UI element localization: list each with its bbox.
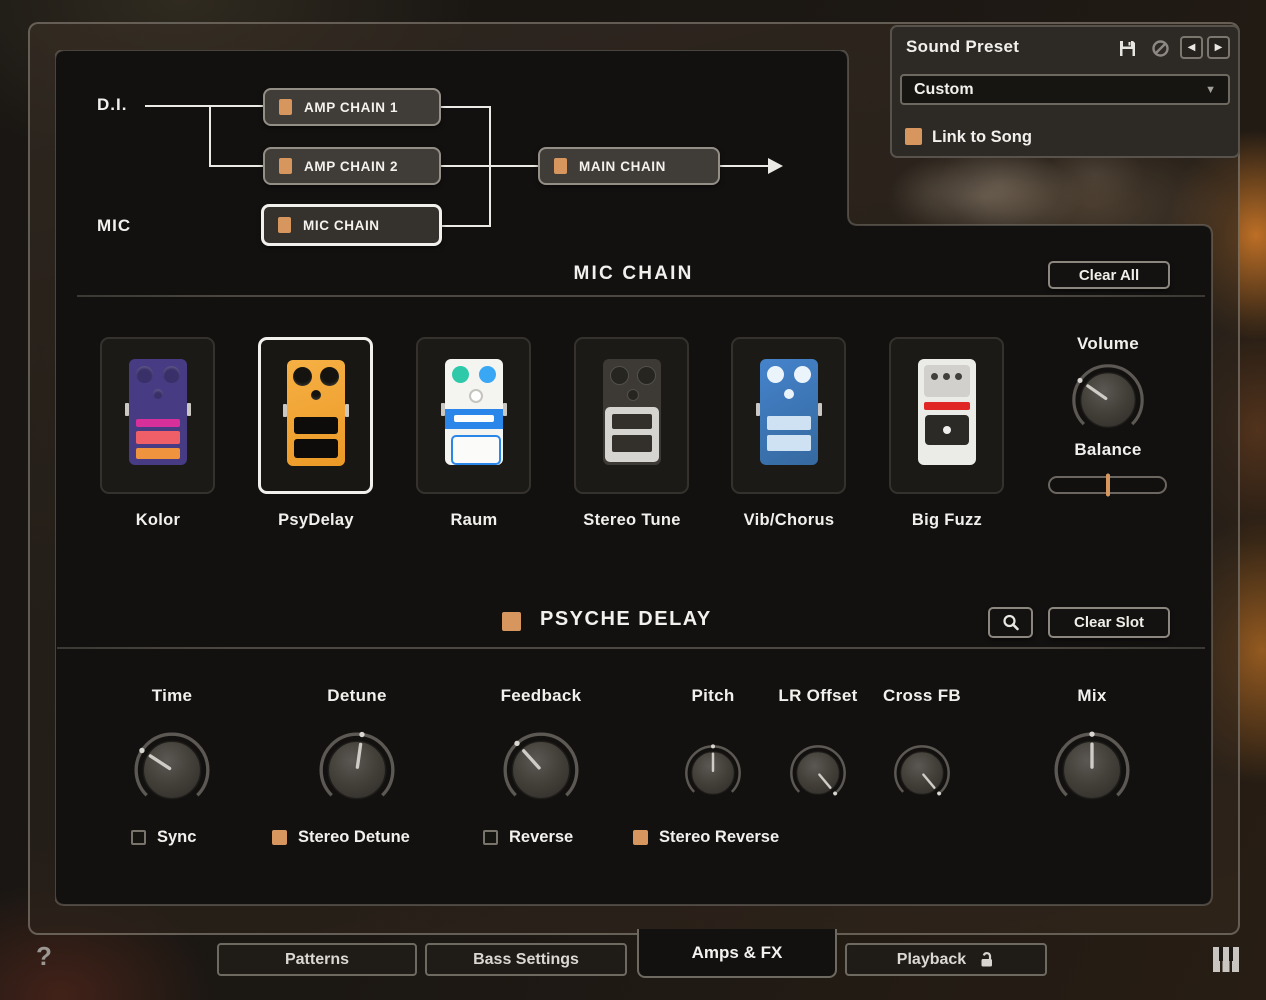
psydelay-pedal-graphic bbox=[287, 360, 345, 466]
pedal-slot-stereo-tune[interactable] bbox=[574, 337, 689, 494]
stereo-tune-pedal-graphic bbox=[603, 359, 661, 465]
raum-pedal-graphic bbox=[445, 359, 503, 465]
pedal-name: Kolor bbox=[78, 511, 238, 530]
clear-all-label: Clear All bbox=[1079, 267, 1139, 284]
checkbox-box bbox=[131, 830, 146, 845]
link-to-song-checkbox[interactable] bbox=[905, 128, 922, 145]
bypass-icon[interactable] bbox=[1151, 39, 1170, 58]
pedal-name: Stereo Tune bbox=[552, 511, 712, 530]
tab-label: Patterns bbox=[285, 951, 349, 969]
tab-patterns[interactable]: Patterns bbox=[217, 943, 417, 976]
chain-label: MAIN CHAIN bbox=[579, 159, 666, 174]
balance-slider[interactable] bbox=[1048, 476, 1167, 494]
checkbox-box bbox=[633, 830, 648, 845]
stereo-reverse-checkbox[interactable]: Stereo Reverse bbox=[633, 828, 779, 847]
vib-chorus-pedal-graphic bbox=[760, 359, 818, 465]
effect-title: PSYCHE DELAY bbox=[540, 608, 712, 631]
pedal-slot-kolor[interactable] bbox=[100, 337, 215, 494]
clear-all-button[interactable]: Clear All bbox=[1048, 261, 1170, 289]
tab-bass-settings[interactable]: Bass Settings bbox=[425, 943, 627, 976]
link-to-song-label: Link to Song bbox=[932, 128, 1032, 147]
pedal-slot-raum[interactable] bbox=[416, 337, 531, 494]
tab-playback[interactable]: Playback bbox=[845, 943, 1047, 976]
reverse-checkbox[interactable]: Reverse bbox=[483, 828, 573, 847]
checkbox-label: Sync bbox=[157, 828, 196, 847]
tab-label: Playback bbox=[897, 951, 966, 969]
pedal-name: Raum bbox=[394, 511, 554, 530]
chain-indicator bbox=[279, 99, 292, 115]
mix-knob[interactable] bbox=[1049, 727, 1135, 813]
effect-indicator[interactable] bbox=[502, 612, 521, 631]
tab-amps-fx[interactable]: Amps & FX bbox=[637, 929, 837, 978]
volume-knob[interactable] bbox=[1067, 359, 1149, 441]
pedal-name: PsyDelay bbox=[236, 511, 396, 530]
chain-indicator bbox=[278, 217, 291, 233]
knob-label: Mix bbox=[1022, 686, 1162, 706]
preset-title: Sound Preset bbox=[906, 37, 1019, 57]
preset-dropdown[interactable]: Custom ▼ bbox=[900, 74, 1230, 105]
pedal-name: Vib/Chorus bbox=[709, 511, 869, 530]
knob-label: Feedback bbox=[471, 686, 611, 706]
amp-chain-1-button[interactable]: AMP CHAIN 1 bbox=[263, 88, 441, 126]
knob-label: Time bbox=[102, 686, 242, 706]
chain-label: MIC CHAIN bbox=[303, 218, 380, 233]
mic-chain-section-title: MIC CHAIN bbox=[55, 263, 1212, 285]
prev-arrow-icon: ◀ bbox=[1188, 43, 1196, 53]
cross-fb-knob[interactable] bbox=[890, 741, 954, 805]
unlock-icon bbox=[978, 951, 995, 968]
volume-label: Volume bbox=[1038, 334, 1178, 354]
help-button[interactable]: ? bbox=[36, 941, 52, 972]
detune-knob[interactable] bbox=[314, 727, 400, 813]
big-fuzz-pedal-graphic bbox=[918, 359, 976, 465]
checkbox-label: Reverse bbox=[509, 828, 573, 847]
preset-next-button[interactable]: ▶ bbox=[1207, 36, 1230, 59]
tab-label: Bass Settings bbox=[473, 951, 579, 969]
sound-preset-panel: Sound Preset ◀ ▶ Custom ▼ Link to Song bbox=[890, 25, 1240, 158]
pedal-slot-big-fuzz[interactable] bbox=[889, 337, 1004, 494]
pedal-slot-vib-chorus[interactable] bbox=[731, 337, 846, 494]
clear-slot-button[interactable]: Clear Slot bbox=[1048, 607, 1170, 638]
time-knob[interactable] bbox=[129, 727, 215, 813]
sync-checkbox[interactable]: Sync bbox=[131, 828, 196, 847]
pedal-slot-psydelay[interactable] bbox=[258, 337, 373, 494]
checkbox-box bbox=[272, 830, 287, 845]
checkbox-box bbox=[483, 830, 498, 845]
section-divider bbox=[57, 647, 1205, 649]
search-icon bbox=[1001, 613, 1021, 633]
preset-dropdown-value: Custom bbox=[914, 81, 974, 99]
chain-label: AMP CHAIN 1 bbox=[304, 100, 398, 115]
save-icon[interactable] bbox=[1118, 39, 1137, 58]
main-chain-button[interactable]: MAIN CHAIN bbox=[538, 147, 720, 185]
tab-label: Amps & FX bbox=[692, 943, 783, 963]
section-divider bbox=[77, 295, 1205, 297]
next-arrow-icon: ▶ bbox=[1215, 43, 1223, 53]
chain-indicator bbox=[554, 158, 567, 174]
browse-effect-button[interactable] bbox=[988, 607, 1033, 638]
signal-flow-lines bbox=[55, 50, 848, 270]
checkbox-label: Stereo Detune bbox=[298, 828, 410, 847]
mic-chain-button[interactable]: MIC CHAIN bbox=[261, 204, 442, 246]
balance-label: Balance bbox=[1038, 440, 1178, 460]
pitch-knob[interactable] bbox=[681, 741, 745, 805]
keyboard-icon[interactable] bbox=[1212, 941, 1240, 977]
pedal-name: Big Fuzz bbox=[867, 511, 1027, 530]
preset-prev-button[interactable]: ◀ bbox=[1180, 36, 1203, 59]
kolor-pedal-graphic bbox=[129, 359, 187, 465]
amp-chain-2-button[interactable]: AMP CHAIN 2 bbox=[263, 147, 441, 185]
checkbox-label: Stereo Reverse bbox=[659, 828, 779, 847]
feedback-knob[interactable] bbox=[498, 727, 584, 813]
clear-slot-label: Clear Slot bbox=[1074, 614, 1144, 631]
lr-offset-knob[interactable] bbox=[786, 741, 850, 805]
knob-label: Detune bbox=[287, 686, 427, 706]
chain-label: AMP CHAIN 2 bbox=[304, 159, 398, 174]
knob-label: Cross FB bbox=[852, 686, 992, 706]
chain-indicator bbox=[279, 158, 292, 174]
balance-thumb[interactable] bbox=[1106, 474, 1110, 496]
stereo-detune-checkbox[interactable]: Stereo Detune bbox=[272, 828, 410, 847]
chevron-down-icon: ▼ bbox=[1205, 84, 1216, 96]
